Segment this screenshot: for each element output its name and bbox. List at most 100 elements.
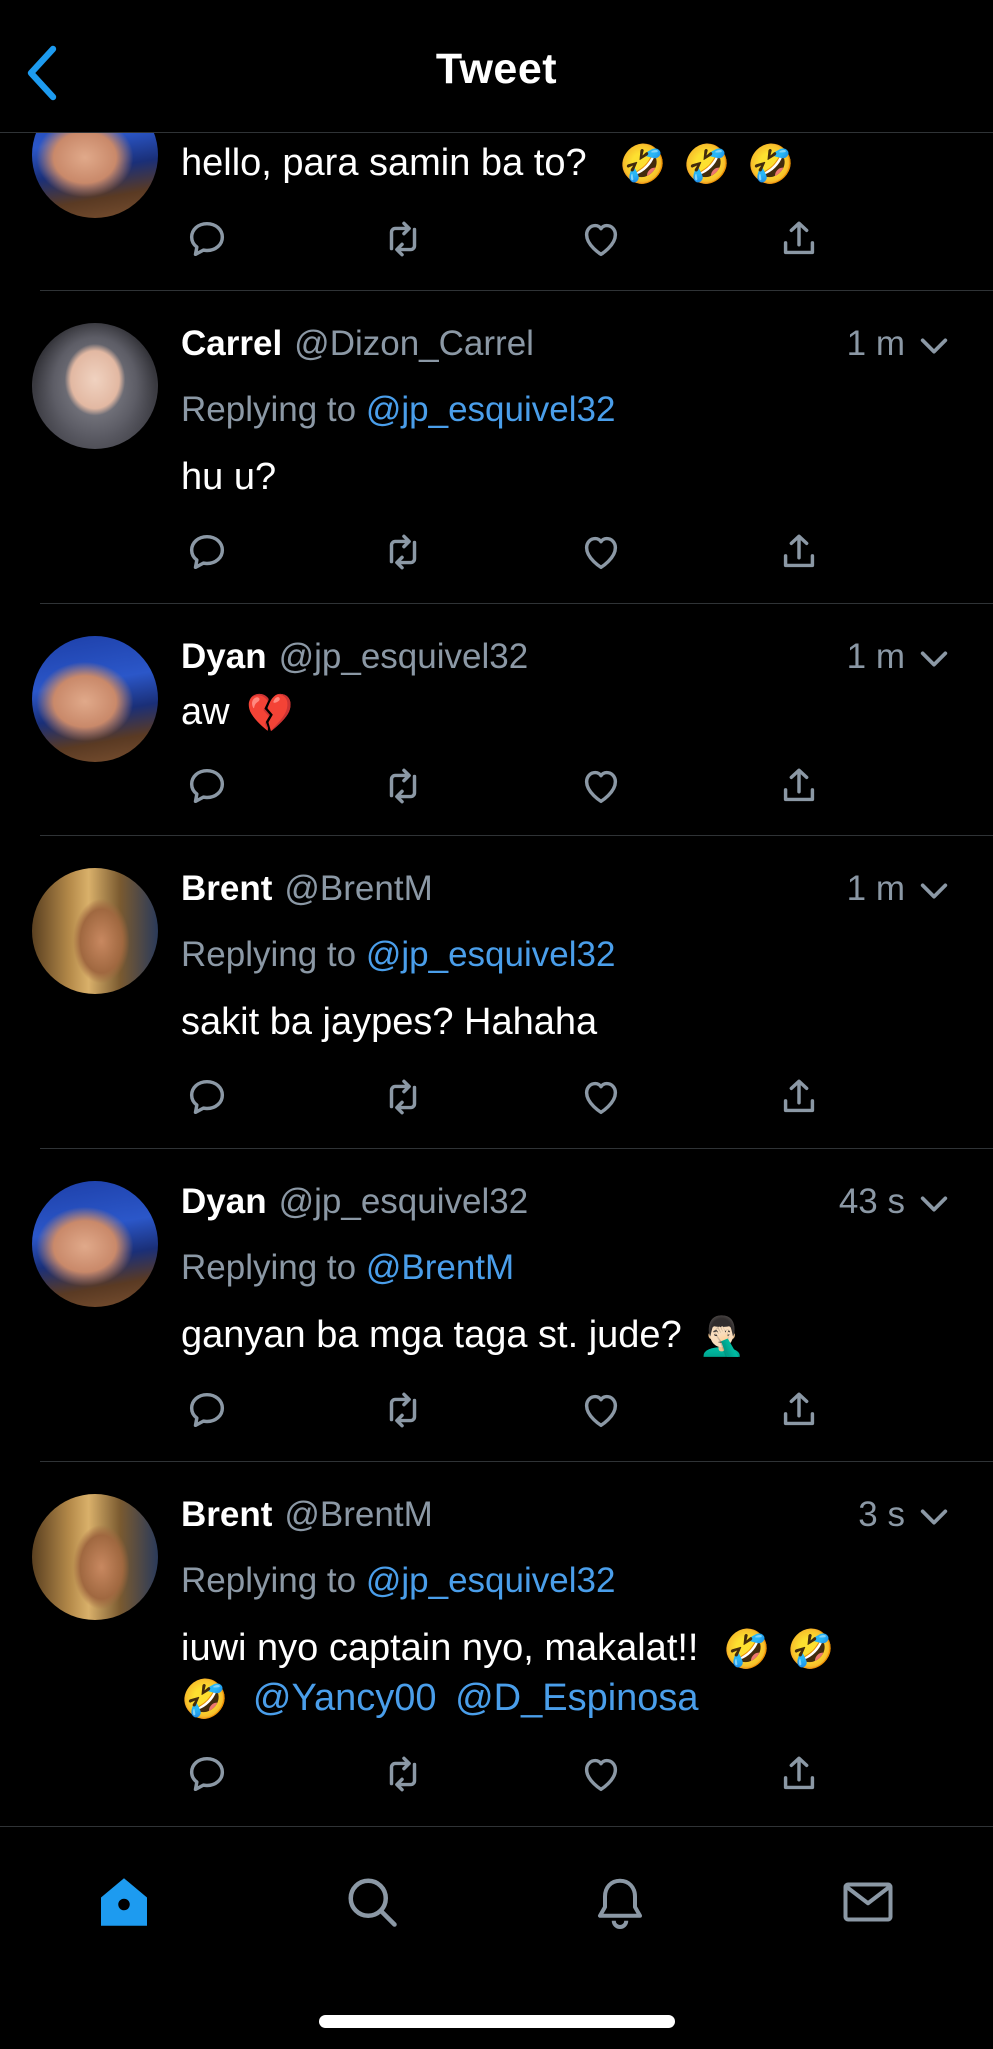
mention-link[interactable]: @Yancy00 bbox=[253, 1677, 437, 1719]
retweet-button[interactable] bbox=[377, 1385, 429, 1435]
page-title: Tweet bbox=[435, 45, 558, 93]
like-button[interactable] bbox=[575, 1385, 627, 1435]
timestamp: 3 s bbox=[858, 1495, 905, 1534]
chevron-down-icon[interactable] bbox=[917, 874, 951, 908]
share-button[interactable] bbox=[773, 761, 825, 811]
share-button[interactable] bbox=[773, 527, 825, 577]
mention-link[interactable]: @jp_esquivel32 bbox=[366, 390, 616, 429]
retweet-button[interactable] bbox=[377, 214, 429, 264]
share-button[interactable] bbox=[773, 1072, 825, 1122]
tab-search[interactable] bbox=[337, 1867, 407, 1937]
reply-button[interactable] bbox=[181, 1385, 233, 1435]
chevron-down-icon[interactable] bbox=[917, 642, 951, 676]
tweet-text-line-2: 🤣 @Yancy00 @D_Espinosa bbox=[181, 1677, 699, 1722]
like-button[interactable] bbox=[575, 527, 627, 577]
home-indicator[interactable] bbox=[319, 2015, 675, 2028]
chevron-down-icon[interactable] bbox=[917, 329, 951, 363]
display-name[interactable]: Dyan bbox=[181, 637, 267, 676]
reply-button[interactable] bbox=[181, 527, 233, 577]
like-button[interactable] bbox=[575, 214, 627, 264]
reply-button[interactable] bbox=[181, 761, 233, 811]
share-button[interactable] bbox=[773, 214, 825, 264]
tweet-text-body: ganyan ba mga taga st. jude? bbox=[181, 1314, 682, 1356]
timestamp: 1 m bbox=[846, 324, 905, 363]
like-button[interactable] bbox=[575, 1072, 627, 1122]
timestamp: 1 m bbox=[846, 637, 905, 676]
display-name[interactable]: Brent bbox=[181, 869, 272, 908]
share-icon bbox=[783, 1756, 815, 1790]
mention-link[interactable]: @jp_esquivel32 bbox=[366, 1561, 616, 1600]
tweet-author[interactable]: Dyan @jp_esquivel32 bbox=[181, 637, 528, 677]
share-icon bbox=[783, 534, 815, 568]
share-icon bbox=[783, 768, 815, 802]
messages-icon bbox=[843, 1882, 893, 1922]
reply-icon bbox=[189, 1756, 225, 1792]
tweet-text: ganyan ba mga taga st. jude? 🤦🏻‍♂️ bbox=[181, 1314, 746, 1359]
mention-link[interactable]: @D_Espinosa bbox=[455, 1677, 698, 1719]
replying-to: Replying to @BrentM bbox=[181, 1248, 514, 1288]
like-icon bbox=[584, 536, 618, 570]
username[interactable]: @BrentM bbox=[284, 869, 432, 908]
username[interactable]: @BrentM bbox=[284, 1495, 432, 1534]
replying-to: Replying to @jp_esquivel32 bbox=[181, 1561, 615, 1601]
tweet-actions bbox=[181, 527, 821, 577]
tweet-author[interactable]: Dyan @jp_esquivel32 bbox=[181, 1182, 528, 1222]
mention-link[interactable]: @BrentM bbox=[366, 1248, 514, 1287]
replying-to-label: Replying to bbox=[181, 390, 357, 429]
rofl-emoji: 🤣 bbox=[683, 142, 731, 187]
retweet-button[interactable] bbox=[377, 761, 429, 811]
tweet-actions bbox=[181, 214, 821, 264]
facepalm-emoji: 🤦🏻‍♂️ bbox=[698, 1314, 746, 1359]
like-icon bbox=[584, 1081, 618, 1115]
tab-home[interactable] bbox=[89, 1867, 159, 1937]
display-name[interactable]: Carrel bbox=[181, 324, 282, 363]
avatar[interactable] bbox=[32, 868, 158, 994]
avatar[interactable] bbox=[32, 636, 158, 762]
tweet-actions bbox=[181, 761, 821, 811]
tweet-text-body: aw bbox=[181, 691, 230, 733]
avatar[interactable] bbox=[32, 323, 158, 449]
replying-to-label: Replying to bbox=[181, 935, 357, 974]
tab-notifications[interactable] bbox=[585, 1867, 655, 1937]
tweet-author[interactable]: Brent @BrentM bbox=[181, 1495, 433, 1535]
avatar[interactable] bbox=[32, 1181, 158, 1307]
share-button[interactable] bbox=[773, 1385, 825, 1435]
share-icon bbox=[783, 1392, 815, 1426]
avatar[interactable] bbox=[32, 1494, 158, 1620]
rofl-emoji: 🤣 bbox=[619, 142, 667, 187]
retweet-button[interactable] bbox=[377, 1072, 429, 1122]
username[interactable]: @Dizon_Carrel bbox=[294, 324, 534, 363]
retweet-button[interactable] bbox=[377, 527, 429, 577]
chevron-down-icon[interactable] bbox=[917, 1187, 951, 1221]
chevron-down-icon[interactable] bbox=[917, 1500, 951, 1534]
share-button[interactable] bbox=[773, 1749, 825, 1799]
mention-link[interactable]: @jp_esquivel32 bbox=[366, 935, 616, 974]
username[interactable]: @jp_esquivel32 bbox=[279, 637, 529, 676]
share-icon bbox=[783, 1079, 815, 1113]
retweet-icon bbox=[389, 534, 417, 570]
tweet-text-body: iuwi nyo captain nyo, makalat!! bbox=[181, 1627, 699, 1669]
tab-messages[interactable] bbox=[833, 1867, 903, 1937]
replying-to: Replying to @jp_esquivel32 bbox=[181, 935, 615, 975]
like-button[interactable] bbox=[575, 1749, 627, 1799]
tweet-author[interactable]: Carrel @Dizon_Carrel bbox=[181, 324, 534, 364]
display-name[interactable]: Brent bbox=[181, 1495, 272, 1534]
tweet-author[interactable]: Brent @BrentM bbox=[181, 869, 433, 909]
notifications-icon bbox=[598, 1878, 642, 1929]
display-name[interactable]: Dyan bbox=[181, 1182, 267, 1221]
retweet-icon bbox=[389, 1079, 417, 1115]
replying-to-label: Replying to bbox=[181, 1561, 357, 1600]
reply-button[interactable] bbox=[181, 1072, 233, 1122]
retweet-icon bbox=[389, 1392, 417, 1428]
username[interactable]: @jp_esquivel32 bbox=[279, 1182, 529, 1221]
like-button[interactable] bbox=[575, 761, 627, 811]
rofl-emoji: 🤣 bbox=[786, 1627, 835, 1672]
reply-button[interactable] bbox=[181, 1749, 233, 1799]
divider bbox=[40, 1148, 993, 1149]
reply-icon bbox=[189, 768, 225, 804]
rofl-emoji: 🤣 bbox=[181, 1677, 229, 1722]
reply-button[interactable] bbox=[181, 214, 233, 264]
replying-to: Replying to @jp_esquivel32 bbox=[181, 390, 615, 430]
retweet-button[interactable] bbox=[377, 1749, 429, 1799]
timestamp: 1 m bbox=[846, 869, 905, 908]
